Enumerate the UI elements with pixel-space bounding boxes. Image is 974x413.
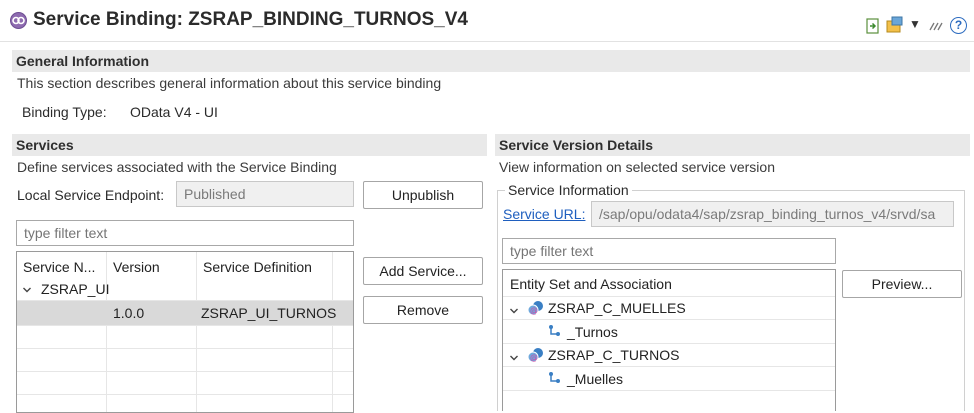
service-url-link[interactable]: Service URL: [503,206,585,222]
preview-button[interactable]: Preview... [842,270,962,298]
entity-set-icon: @ [527,347,545,366]
binding-type-value: OData V4 - UI [130,104,218,120]
chevron-down-icon[interactable] [509,303,519,319]
general-information-header: General Information [12,50,970,72]
general-description: This section describes general informati… [17,75,442,91]
entity-set-label: ZSRAP_C_MUELLES [548,300,686,316]
services-filter-input[interactable] [16,220,354,246]
row-divider [503,390,835,391]
entity-tree-header: Entity Set and Association [510,276,672,292]
service-version-description: View information on selected service ver… [499,159,775,175]
svg-text:@: @ [530,306,538,315]
service-name-cell: ZSRAP_UI [41,281,110,297]
entity-set-label: ZSRAP_C_TURNOS [548,347,680,363]
services-header: Services [12,134,487,156]
entity-set-icon: @ [527,300,545,319]
tree-item-entity-set[interactable]: @ ZSRAP_C_TURNOS [503,344,835,366]
association-icon [548,324,562,341]
editor-title: Service Binding: ZSRAP_BINDING_TURNOS_V4 [33,9,468,30]
column-header-version[interactable]: Version [113,259,160,275]
row-divider [17,371,353,372]
help-icon[interactable]: ? [950,17,967,34]
local-service-endpoint-label: Local Service Endpoint: [17,187,165,203]
service-version-details-header: Service Version Details [495,134,970,156]
add-service-button[interactable]: Add Service... [363,257,483,285]
column-divider [332,252,333,412]
column-divider [196,252,197,412]
remove-button[interactable]: Remove [363,296,483,324]
table-row[interactable]: 1.0.0 ZSRAP_UI_TURNOS [17,301,353,325]
local-service-endpoint-field: Published [176,181,354,207]
tree-item-association[interactable]: _Muelles [503,367,835,390]
chevron-down-icon[interactable] [509,350,519,366]
version-cell: 1.0.0 [113,305,145,321]
service-binding-icon [10,12,27,29]
association-label: _Muelles [567,371,624,387]
service-url-field: /sap/opu/odata4/sap/zsrap_binding_turnos… [591,201,954,227]
association-icon [548,371,562,388]
row-divider [17,348,353,349]
tree-item-association[interactable]: _Turnos [503,320,835,343]
chevron-down-icon[interactable] [22,282,32,298]
service-information-label: Service Information [505,182,632,198]
publish-preview-icon[interactable] [866,18,880,37]
column-divider [106,252,107,412]
column-header-service-name[interactable]: Service N... [23,259,95,275]
link-icon[interactable] [928,19,944,35]
svg-text:@: @ [530,353,538,362]
services-table: Service N... Version Service Definition … [16,251,354,413]
chevron-down-icon[interactable]: ▼ [909,17,921,31]
table-row[interactable]: ZSRAP_UI [17,278,353,300]
column-header-service-definition[interactable]: Service Definition [203,259,312,275]
row-divider [17,394,353,395]
unpublish-button[interactable]: Unpublish [363,181,483,209]
row-divider [17,325,353,326]
run-dropdown-icon[interactable] [886,16,904,37]
entity-tree: Entity Set and Association @ ZSRAP_C_MUE… [502,269,836,411]
entity-filter-input[interactable] [502,238,836,264]
binding-type-label: Binding Type: [22,104,107,120]
association-label: _Turnos [567,324,618,340]
editor-title-bar: Service Binding: ZSRAP_BINDING_TURNOS_V4… [0,0,974,42]
tree-item-entity-set[interactable]: @ ZSRAP_C_MUELLES [503,297,835,319]
services-description: Define services associated with the Serv… [17,159,337,175]
service-definition-cell: ZSRAP_UI_TURNOS [201,305,337,321]
